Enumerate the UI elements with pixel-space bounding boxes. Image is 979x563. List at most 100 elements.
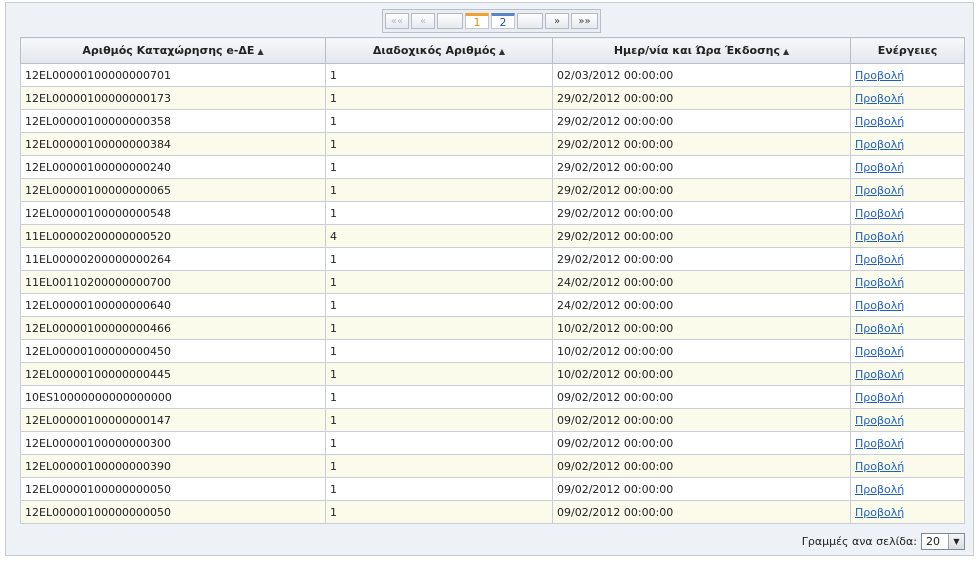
table-header-row: Αριθμός Καταχώρησης e-ΔΕ ▲︎ Διαδοχικός Αρ… (20, 37, 965, 64)
table-row: 10ES10000000000000000 1 09/02/2012 00:00:0… (20, 385, 965, 409)
cell-sequence-number: 1 (325, 385, 553, 409)
cell-issue-datetime: 09/02/2012 00:00:00 (552, 385, 851, 409)
table-row: 12EL00000100000000701 1 02/03/2012 00:00:0… (20, 63, 965, 87)
view-link[interactable]: Προβολή (855, 92, 904, 105)
cell-registration-number: 12EL00000100000000701 (20, 63, 326, 87)
rows-per-page-value: 20 (926, 535, 940, 548)
cell-sequence-number: 1 (325, 500, 553, 524)
cell-actions: Προβολή (850, 385, 965, 409)
column-header-issue-datetime[interactable]: Ημερ/νία και Ώρα Έκδοσης ▲︎ (552, 37, 851, 64)
results-table-container: Αριθμός Καταχώρησης e-ΔΕ ▲︎ Διαδοχικός Αρ… (20, 37, 965, 524)
view-link[interactable]: Προβολή (855, 391, 904, 404)
chevron-down-icon[interactable]: ▼ (948, 534, 964, 549)
cell-registration-number: 12EL00000100000000450 (20, 339, 326, 363)
cell-issue-datetime: 10/02/2012 00:00:00 (552, 339, 851, 363)
cell-sequence-number: 1 (325, 63, 553, 87)
cell-actions: Προβολή (850, 247, 965, 271)
cell-sequence-number: 1 (325, 316, 553, 340)
column-header-label: Διαδοχικός Αριθμός (372, 44, 496, 57)
cell-issue-datetime: 29/02/2012 00:00:00 (552, 178, 851, 202)
last-page-button[interactable]: »» (571, 13, 598, 29)
cell-registration-number: 10ES10000000000000000 (20, 385, 326, 409)
cell-issue-datetime: 09/02/2012 00:00:00 (552, 408, 851, 432)
pager-spacer-left (437, 13, 463, 29)
cell-issue-datetime: 29/02/2012 00:00:00 (552, 132, 851, 156)
cell-issue-datetime: 09/02/2012 00:00:00 (552, 454, 851, 478)
view-link[interactable]: Προβολή (855, 368, 904, 381)
cell-actions: Προβολή (850, 362, 965, 386)
view-link[interactable]: Προβολή (855, 184, 904, 197)
table-row: 12EL00000100000000548 1 29/02/2012 00:00:0… (20, 201, 965, 225)
cell-actions: Προβολή (850, 63, 965, 87)
view-link[interactable]: Προβολή (855, 414, 904, 427)
cell-actions: Προβολή (850, 408, 965, 432)
cell-sequence-number: 1 (325, 109, 553, 133)
cell-registration-number: 12EL00000100000000300 (20, 431, 326, 455)
sort-icon[interactable]: ▲︎ (257, 47, 263, 56)
table-row: 12EL00000100000000450 1 10/02/2012 00:00:0… (20, 339, 965, 363)
cell-actions: Προβολή (850, 132, 965, 156)
cell-sequence-number: 1 (325, 431, 553, 455)
cell-actions: Προβολή (850, 293, 965, 317)
table-row: 12EL00000100000000390 1 09/02/2012 00:00:0… (20, 454, 965, 478)
cell-registration-number: 12EL00000100000000147 (20, 408, 326, 432)
view-link[interactable]: Προβολή (855, 322, 904, 335)
cell-actions: Προβολή (850, 270, 965, 294)
column-header-label: Ημερ/νία και Ώρα Έκδοσης (613, 44, 781, 57)
cell-registration-number: 12EL00000100000000390 (20, 454, 326, 478)
view-link[interactable]: Προβολή (855, 207, 904, 220)
cell-actions: Προβολή (850, 86, 965, 110)
view-link[interactable]: Προβολή (855, 299, 904, 312)
cell-registration-number: 11EL00110200000000700 (20, 270, 326, 294)
column-header-label: Αριθμός Καταχώρησης e-ΔΕ (82, 44, 255, 57)
table-row: 12EL00000100000000240 1 29/02/2012 00:00:0… (20, 155, 965, 179)
cell-sequence-number: 1 (325, 86, 553, 110)
cell-actions: Προβολή (850, 431, 965, 455)
table-row: 12EL00000100000000445 1 10/02/2012 00:00:0… (20, 362, 965, 386)
view-link[interactable]: Προβολή (855, 138, 904, 151)
view-link[interactable]: Προβολή (855, 253, 904, 266)
view-link[interactable]: Προβολή (855, 506, 904, 519)
view-link[interactable]: Προβολή (855, 437, 904, 450)
cell-sequence-number: 1 (325, 454, 553, 478)
cell-actions: Προβολή (850, 178, 965, 202)
cell-sequence-number: 1 (325, 247, 553, 271)
column-header-label: Ενέργειες (877, 44, 938, 57)
cell-sequence-number: 1 (325, 270, 553, 294)
pagination-bar: «« « 1 2 » »» (382, 9, 601, 33)
cell-issue-datetime: 29/02/2012 00:00:00 (552, 109, 851, 133)
column-header-registration-number[interactable]: Αριθμός Καταχώρησης e-ΔΕ ▲︎ (20, 37, 326, 64)
cell-issue-datetime: 29/02/2012 00:00:00 (552, 201, 851, 225)
cell-issue-datetime: 29/02/2012 00:00:00 (552, 155, 851, 179)
view-link[interactable]: Προβολή (855, 115, 904, 128)
table-row: 12EL00000100000000466 1 10/02/2012 00:00:0… (20, 316, 965, 340)
cell-registration-number: 12EL00000100000000384 (20, 132, 326, 156)
page-1-button[interactable]: 1 (465, 13, 489, 29)
cell-issue-datetime: 24/02/2012 00:00:00 (552, 293, 851, 317)
cell-actions: Προβολή (850, 155, 965, 179)
sort-icon[interactable]: ▲︎ (783, 47, 789, 56)
cell-actions: Προβολή (850, 316, 965, 340)
cell-actions: Προβολή (850, 477, 965, 501)
view-link[interactable]: Προβολή (855, 460, 904, 473)
previous-page-button[interactable]: « (411, 13, 435, 29)
page-2-button[interactable]: 2 (491, 13, 515, 29)
view-link[interactable]: Προβολή (855, 345, 904, 358)
sort-icon[interactable]: ▲︎ (499, 47, 505, 56)
column-header-sequence-number[interactable]: Διαδοχικός Αριθμός ▲︎ (325, 37, 553, 64)
cell-sequence-number: 1 (325, 477, 553, 501)
rows-per-page-select[interactable]: 20 ▼ (921, 533, 965, 550)
view-link[interactable]: Προβολή (855, 276, 904, 289)
view-link[interactable]: Προβολή (855, 483, 904, 496)
table-row: 11EL00000200000000520 4 29/02/2012 00:00:0… (20, 224, 965, 248)
next-page-button[interactable]: » (545, 13, 569, 29)
rows-per-page-label: Γραμμές ανα σελίδα: (801, 535, 917, 548)
view-link[interactable]: Προβολή (855, 69, 904, 82)
view-link[interactable]: Προβολή (855, 161, 904, 174)
view-link[interactable]: Προβολή (855, 230, 904, 243)
pager-spacer-right (517, 13, 543, 29)
table-row: 12EL00000100000000147 1 09/02/2012 00:00:0… (20, 408, 965, 432)
first-page-button[interactable]: «« (385, 13, 409, 29)
cell-sequence-number: 1 (325, 201, 553, 225)
cell-issue-datetime: 02/03/2012 00:00:00 (552, 63, 851, 87)
